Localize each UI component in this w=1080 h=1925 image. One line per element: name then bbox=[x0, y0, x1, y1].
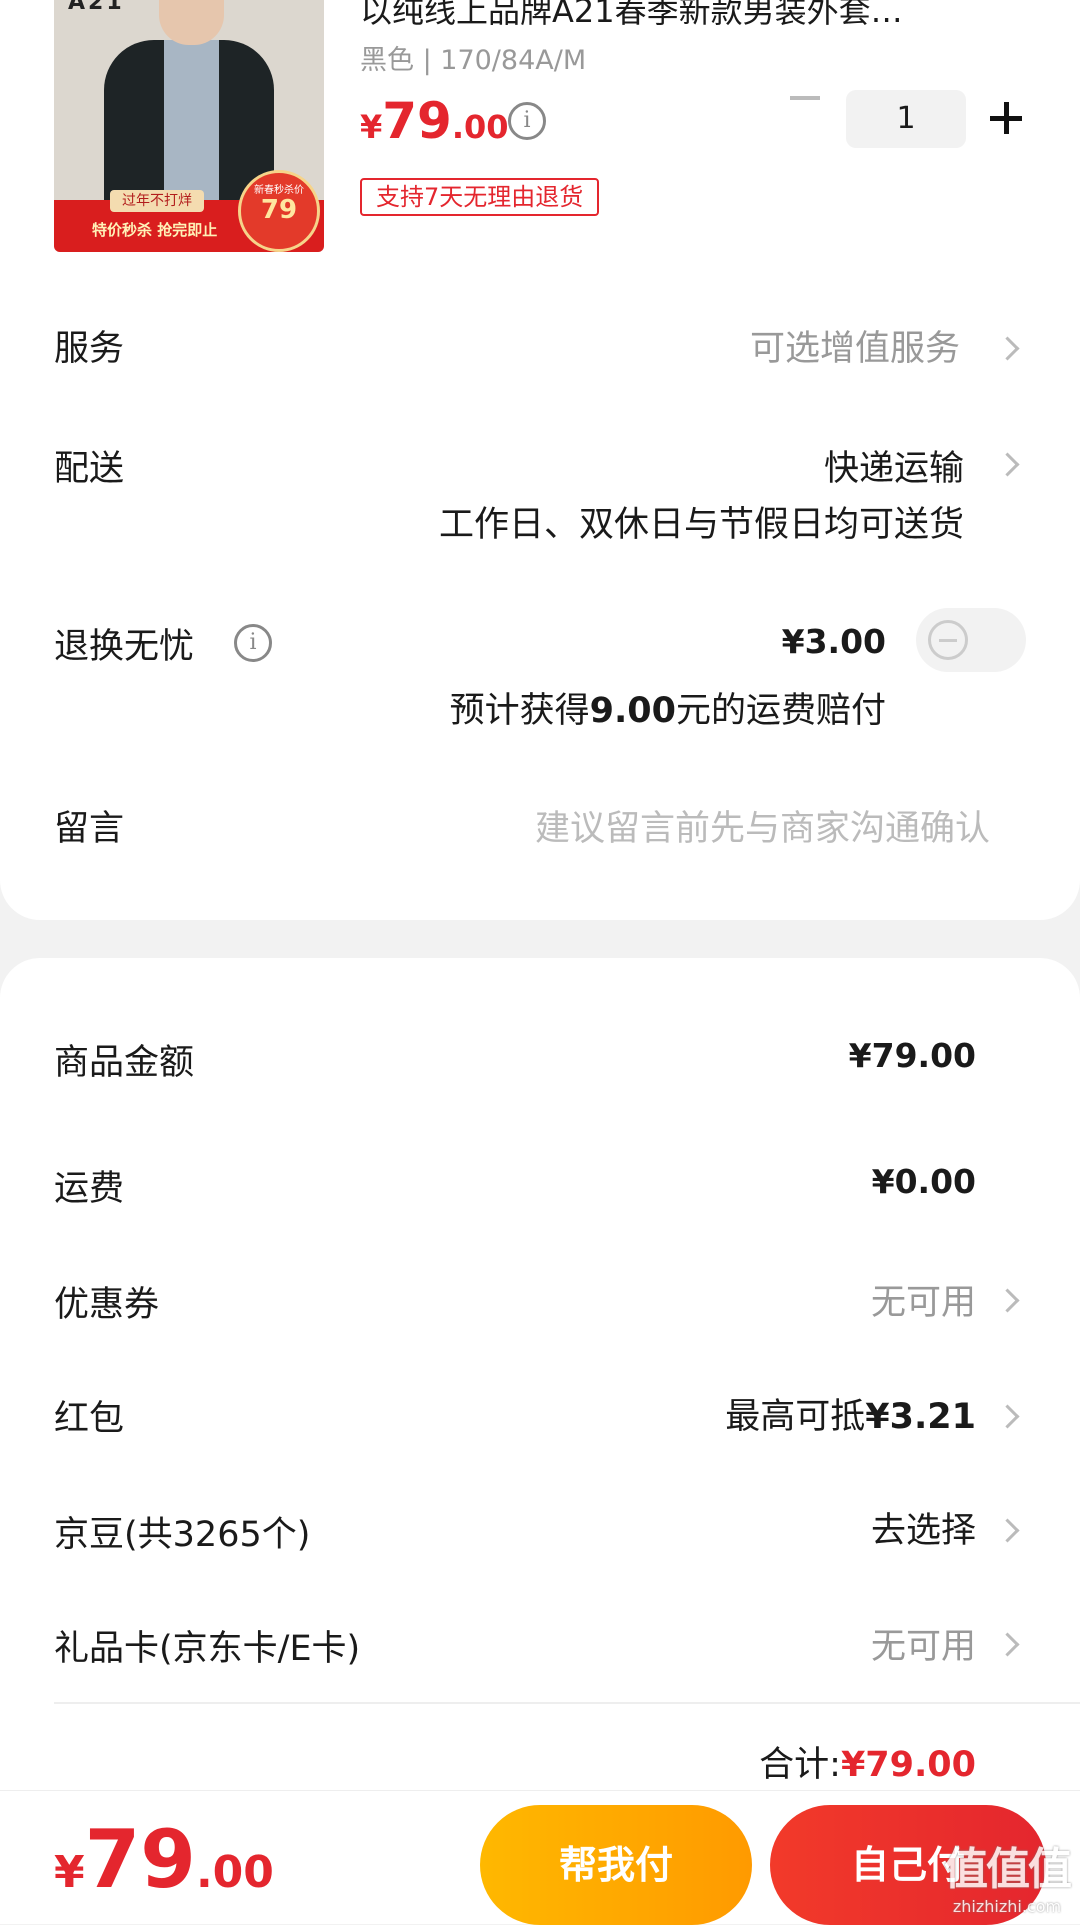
watermark-url: zhizhizhi.com bbox=[952, 1897, 1062, 1916]
product-title[interactable]: 以纯线上品牌A21春季新款男装外套… bbox=[360, 0, 1050, 32]
service-chevron-icon[interactable] bbox=[995, 336, 1020, 361]
order-total: 合计:¥79.00 bbox=[759, 1736, 976, 1787]
red-packet-value[interactable]: 最高可抵¥3.21 bbox=[725, 1388, 976, 1439]
quantity-decrease-button[interactable] bbox=[790, 96, 820, 100]
watermark-logo: 值值值 bbox=[944, 1844, 1072, 1895]
promo-tag: 过年不打烊 bbox=[110, 190, 204, 212]
price-info-icon[interactable]: i bbox=[508, 102, 546, 140]
quantity-input[interactable]: 1 bbox=[846, 90, 966, 148]
toggle-off-icon bbox=[928, 620, 968, 660]
return-policy-tag: 支持7天无理由退货 bbox=[360, 178, 600, 216]
service-label: 服务 bbox=[54, 329, 125, 369]
delivery-subtext: 工作日、双休日与节假日均可送货 bbox=[438, 505, 964, 545]
shipping-label: 运费 bbox=[54, 1169, 125, 1209]
shipping-value: ¥0.00 bbox=[871, 1162, 976, 1201]
order-details-card: A21 过年不打烊 特价秒杀 抢完即止 新春秒杀价 79 以纯线上品牌A21春季… bbox=[0, 0, 1080, 920]
delivery-chevron-icon[interactable] bbox=[995, 452, 1020, 477]
promo-badge-label: 新春秒杀价 bbox=[254, 185, 304, 196]
checkout-price: ¥79.00 bbox=[54, 1813, 274, 1906]
checkout-bar: ¥79.00 帮我付 自己付 值值值 zhizhizhi.com bbox=[0, 1790, 1080, 1925]
return-compensation-suffix: 元的运费赔付 bbox=[675, 691, 886, 731]
promo-price-badge: 新春秒杀价 79 bbox=[238, 170, 320, 252]
quantity-increase-button[interactable] bbox=[990, 102, 1022, 134]
message-input[interactable]: 建议留言前先与商家沟通确认 bbox=[535, 800, 990, 851]
product-spec[interactable]: 黑色 | 170/84A/M bbox=[360, 38, 586, 77]
product-price-int: 79 bbox=[382, 92, 452, 150]
coupon-label: 优惠券 bbox=[54, 1285, 160, 1325]
jingdou-label: 京豆(共3265个) bbox=[54, 1515, 311, 1555]
summary-divider bbox=[54, 1702, 1080, 1704]
promo-badge-price: 79 bbox=[260, 195, 298, 225]
goods-amount-value: ¥79.00 bbox=[848, 1036, 976, 1075]
red-packet-value-amount: ¥3.21 bbox=[865, 1397, 976, 1437]
total-label: 合计: bbox=[759, 1745, 841, 1785]
watermark: 值值值 zhizhizhi.com bbox=[944, 1833, 1072, 1916]
promo-text: 特价秒杀 抢完即止 bbox=[92, 221, 218, 239]
product-price: ¥79.00 bbox=[360, 92, 509, 150]
red-packet-value-prefix: 最高可抵 bbox=[725, 1397, 866, 1437]
product-price-currency: ¥ bbox=[360, 108, 383, 146]
return-compensation-prefix: 预计获得 bbox=[449, 691, 590, 731]
return-worry-free-label: 退换无忧 bbox=[54, 627, 195, 667]
product-image-shirt bbox=[164, 40, 219, 200]
delivery-value[interactable]: 快递运输 bbox=[824, 440, 964, 491]
delivery-label: 配送 bbox=[54, 449, 125, 489]
goods-amount-label: 商品金额 bbox=[54, 1043, 195, 1083]
return-worry-free-price: ¥3.00 bbox=[781, 622, 886, 661]
message-label: 留言 bbox=[54, 809, 125, 849]
checkout-price-dec: .00 bbox=[195, 1847, 274, 1898]
return-info-icon[interactable]: i bbox=[234, 624, 272, 662]
return-compensation-text: 预计获得9.00元的运费赔付 bbox=[450, 682, 886, 733]
checkout-price-currency: ¥ bbox=[54, 1847, 85, 1898]
brand-mark: A21 bbox=[68, 0, 125, 15]
checkout-price-int: 79 bbox=[84, 1813, 196, 1906]
product-image-model bbox=[159, 0, 224, 45]
total-value: ¥79.00 bbox=[840, 1745, 976, 1785]
jingdou-value[interactable]: 去选择 bbox=[871, 1502, 976, 1553]
product-price-dec: .00 bbox=[451, 108, 509, 146]
gift-card-label: 礼品卡(京东卡/E卡) bbox=[54, 1629, 361, 1669]
gift-card-value[interactable]: 无可用 bbox=[871, 1618, 976, 1669]
red-packet-label: 红包 bbox=[54, 1399, 125, 1439]
help-me-pay-button[interactable]: 帮我付 bbox=[480, 1805, 752, 1925]
service-value[interactable]: 可选增值服务 bbox=[750, 320, 960, 371]
return-compensation-amount: 9.00 bbox=[589, 691, 676, 731]
return-worry-free-toggle[interactable] bbox=[916, 608, 1026, 672]
coupon-value[interactable]: 无可用 bbox=[871, 1274, 976, 1325]
product-thumbnail[interactable]: A21 过年不打烊 特价秒杀 抢完即止 新春秒杀价 79 bbox=[54, 0, 324, 252]
